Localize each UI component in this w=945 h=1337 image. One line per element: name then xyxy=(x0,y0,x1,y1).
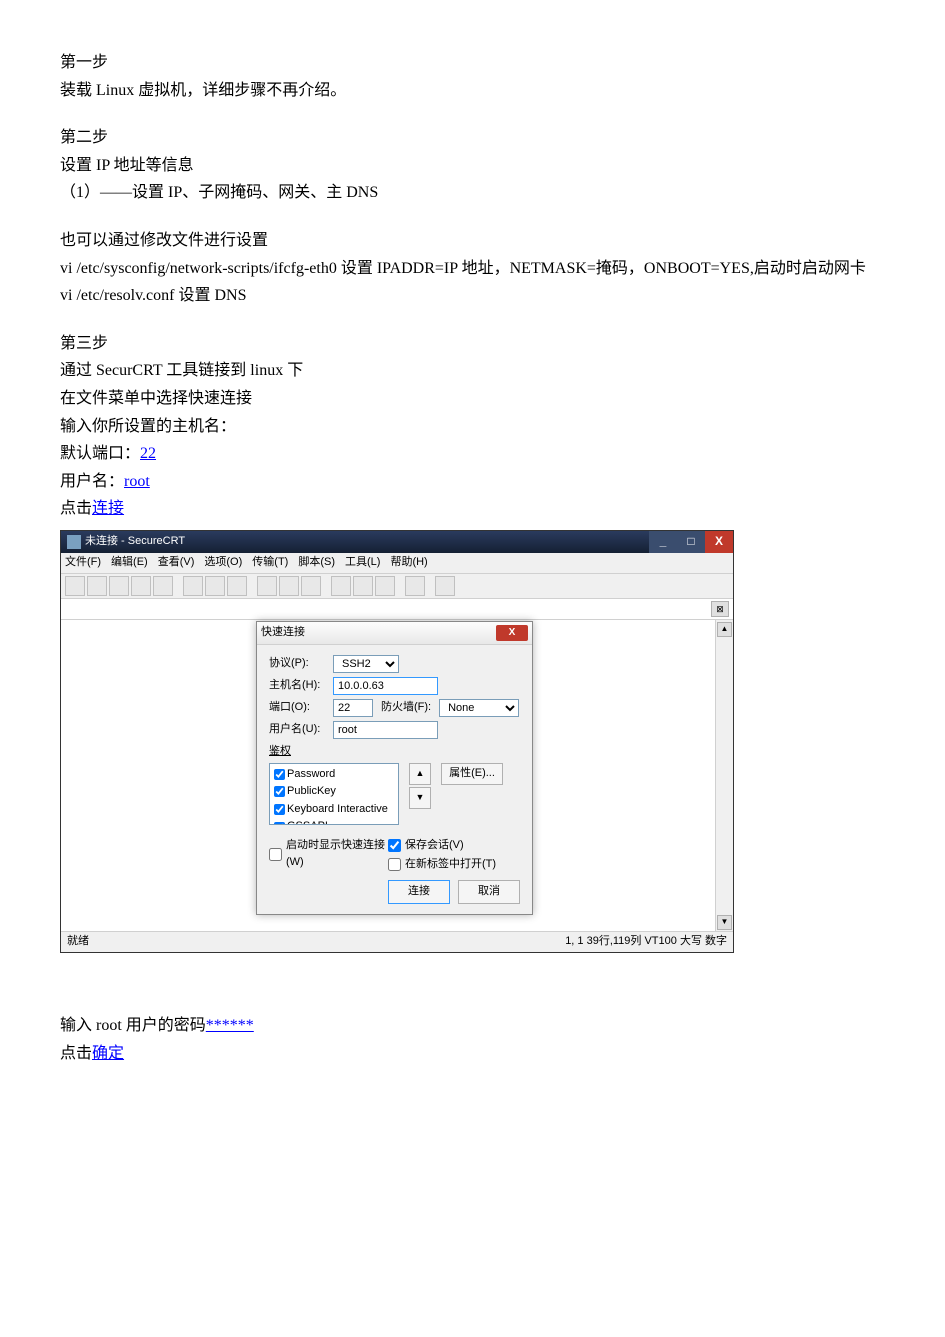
port-input[interactable] xyxy=(333,699,373,717)
step3-line3: 输入你所设置的主机名： xyxy=(60,414,885,440)
step3-line2: 在文件菜单中选择快速连接 xyxy=(60,386,885,412)
tab-close-icon[interactable]: ⊠ xyxy=(711,601,729,617)
username-input[interactable] xyxy=(333,721,438,739)
toolbar-icon[interactable] xyxy=(153,576,173,596)
host-input[interactable] xyxy=(333,677,438,695)
step2-line4: vi /etc/sysconfig/network-scripts/ifcfg-… xyxy=(60,256,885,282)
step3-click: 点击连接 xyxy=(60,496,885,522)
protocol-select[interactable]: SSH2 xyxy=(333,655,399,673)
step2-title: 第二步 xyxy=(60,125,885,151)
step2-line2: （1）——设置 IP、子网掩码、网关、主 DNS xyxy=(60,180,885,206)
step1-line1: 装载 Linux 虚拟机，详细步骤不再介绍。 xyxy=(60,78,885,104)
step1-title: 第一步 xyxy=(60,50,885,76)
securecrt-window: 未连接 - SecureCRT _ □ X 文件(F) 编辑(E) 查看(V) … xyxy=(60,530,734,953)
firewall-select[interactable]: None xyxy=(439,699,519,717)
scroll-up-icon[interactable]: ▲ xyxy=(717,622,732,637)
menu-view[interactable]: 查看(V) xyxy=(158,554,195,572)
scroll-down-icon[interactable]: ▼ xyxy=(717,915,732,930)
move-down-button[interactable]: ▼ xyxy=(409,787,431,809)
dialog-title: 快速连接 xyxy=(261,624,305,642)
toolbar-icon[interactable] xyxy=(353,576,373,596)
open-in-tab-label: 在新标签中打开(T) xyxy=(405,856,496,874)
step3-line1: 通过 SecurCRT 工具链接到 linux 下 xyxy=(60,358,885,384)
user-link[interactable]: root xyxy=(124,473,150,490)
statusbar: 就绪 1, 1 39行,119列 VT100 大写 数字 xyxy=(61,931,733,952)
auth-password[interactable]: Password xyxy=(274,766,394,784)
connect-link[interactable]: 连接 xyxy=(92,500,124,517)
toolbar-icon[interactable] xyxy=(279,576,299,596)
ok-link[interactable]: 确定 xyxy=(92,1045,124,1062)
toolbar-icon[interactable] xyxy=(183,576,203,596)
auth-group-label: 鉴权 xyxy=(269,743,520,761)
toolbar-icon[interactable] xyxy=(205,576,225,596)
step2-line3: 也可以通过修改文件进行设置 xyxy=(60,228,885,254)
menu-help[interactable]: 帮助(H) xyxy=(390,554,427,572)
port-label: 端口(O): xyxy=(269,699,325,717)
toolbar-icon[interactable] xyxy=(87,576,107,596)
menu-edit[interactable]: 编辑(E) xyxy=(111,554,148,572)
toolbar-icon[interactable] xyxy=(301,576,321,596)
after-line1: 输入 root 用户的密码****** xyxy=(60,1013,885,1039)
menu-transfer[interactable]: 传输(T) xyxy=(252,554,288,572)
window-close-button[interactable]: X xyxy=(705,531,733,553)
quick-connect-dialog: 快速连接 X 协议(P): SSH2 主机名(H): 端口(O): 防火墙(F)… xyxy=(256,621,533,915)
toolbar-icon[interactable] xyxy=(375,576,395,596)
step3-port: 默认端口：22 xyxy=(60,441,885,467)
menu-options[interactable]: 选项(O) xyxy=(204,554,242,572)
save-session-label: 保存会话(V) xyxy=(405,837,464,855)
menu-file[interactable]: 文件(F) xyxy=(65,554,101,572)
toolbar xyxy=(61,574,733,599)
firewall-label: 防火墙(F): xyxy=(381,699,431,717)
step3-title: 第三步 xyxy=(60,331,885,357)
menu-script[interactable]: 脚本(S) xyxy=(298,554,335,572)
step2-line5: vi /etc/resolv.conf 设置 DNS xyxy=(60,283,885,309)
step2-line1: 设置 IP 地址等信息 xyxy=(60,153,885,179)
cancel-button[interactable]: 取消 xyxy=(458,880,520,904)
toolbar-icon[interactable] xyxy=(257,576,277,596)
toolbar-icon[interactable] xyxy=(405,576,425,596)
status-right: 1, 1 39行,119列 VT100 大写 数字 xyxy=(565,933,727,951)
status-left: 就绪 xyxy=(67,933,89,951)
menu-tools[interactable]: 工具(L) xyxy=(345,554,380,572)
minimize-button[interactable]: _ xyxy=(649,531,677,553)
host-label: 主机名(H): xyxy=(269,677,325,695)
port-link[interactable]: 22 xyxy=(140,445,156,462)
password-text: ****** xyxy=(206,1017,254,1034)
auth-list[interactable]: Password PublicKey Keyboard Interactive … xyxy=(269,763,399,825)
save-session-checkbox[interactable] xyxy=(388,839,401,852)
app-icon xyxy=(67,535,81,549)
properties-button[interactable]: 属性(E)... xyxy=(441,763,503,785)
after-line2: 点击确定 xyxy=(60,1041,885,1067)
show-on-start-checkbox[interactable] xyxy=(269,848,282,861)
dialog-close-button[interactable]: X xyxy=(496,625,528,641)
toolbar-icon[interactable] xyxy=(109,576,129,596)
window-title: 未连接 - SecureCRT xyxy=(85,533,185,551)
toolbar-icon[interactable] xyxy=(435,576,455,596)
auth-publickey[interactable]: PublicKey xyxy=(274,783,394,801)
toolbar-icon[interactable] xyxy=(65,576,85,596)
auth-keyboard[interactable]: Keyboard Interactive xyxy=(274,801,394,819)
titlebar: 未连接 - SecureCRT _ □ X xyxy=(61,531,733,553)
tab-bar: ⊠ xyxy=(61,599,733,620)
toolbar-icon[interactable] xyxy=(227,576,247,596)
username-label: 用户名(U): xyxy=(269,721,325,739)
maximize-button[interactable]: □ xyxy=(677,531,705,553)
toolbar-icon[interactable] xyxy=(331,576,351,596)
move-up-button[interactable]: ▲ xyxy=(409,763,431,785)
toolbar-icon[interactable] xyxy=(131,576,151,596)
open-in-tab-checkbox[interactable] xyxy=(388,858,401,871)
protocol-label: 协议(P): xyxy=(269,655,325,673)
scrollbar[interactable]: ▲ ▼ xyxy=(715,620,733,932)
show-on-start-label: 启动时显示快速连接(W) xyxy=(286,837,388,872)
menubar: 文件(F) 编辑(E) 查看(V) 选项(O) 传输(T) 脚本(S) 工具(L… xyxy=(61,553,733,574)
connect-button[interactable]: 连接 xyxy=(388,880,450,904)
auth-gssapi[interactable]: GSSAPI xyxy=(274,818,394,824)
step3-user: 用户名：root xyxy=(60,469,885,495)
